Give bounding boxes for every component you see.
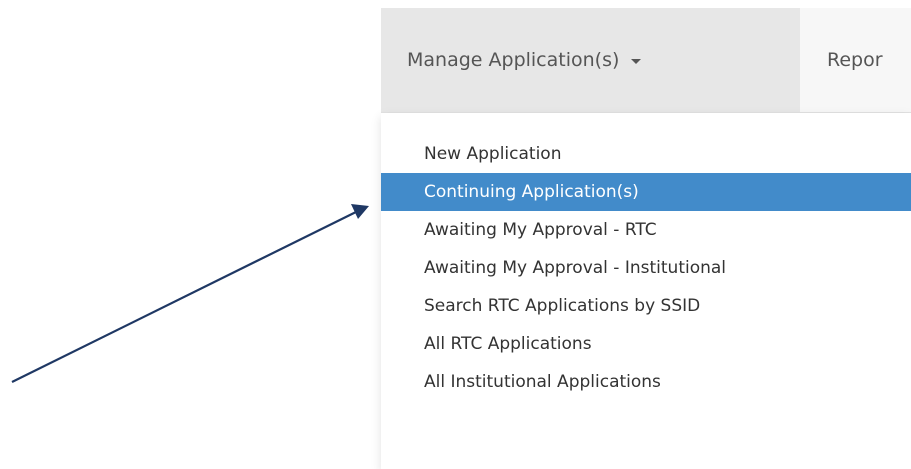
nav-reports-label: Repor: [827, 49, 883, 71]
top-navbar: Manage Application(s) Repor: [381, 8, 911, 113]
menu-item-all-rtc-applications[interactable]: All RTC Applications: [381, 325, 911, 363]
dropdown-menu-list: New Application Continuing Application(s…: [381, 135, 911, 401]
menu-item-all-institutional-applications[interactable]: All Institutional Applications: [381, 363, 911, 401]
menu-item-search-rtc-by-ssid[interactable]: Search RTC Applications by SSID: [381, 287, 911, 325]
caret-down-icon: [631, 58, 642, 64]
menu-item-awaiting-approval-institutional[interactable]: Awaiting My Approval - Institutional: [381, 249, 911, 287]
manage-applications-dropdown: New Application Continuing Application(s…: [381, 113, 911, 469]
menu-item-new-application[interactable]: New Application: [381, 135, 911, 173]
menu-item-continuing-applications[interactable]: Continuing Application(s): [381, 173, 911, 211]
nav-reports[interactable]: Repor: [827, 8, 883, 112]
screenshot-stage: Manage Application(s) Repor New Applicat…: [0, 0, 911, 469]
nav-manage-label: Manage Application(s): [407, 49, 620, 71]
menu-item-awaiting-approval-rtc[interactable]: Awaiting My Approval - RTC: [381, 211, 911, 249]
nav-manage-applications[interactable]: Manage Application(s): [381, 8, 800, 112]
